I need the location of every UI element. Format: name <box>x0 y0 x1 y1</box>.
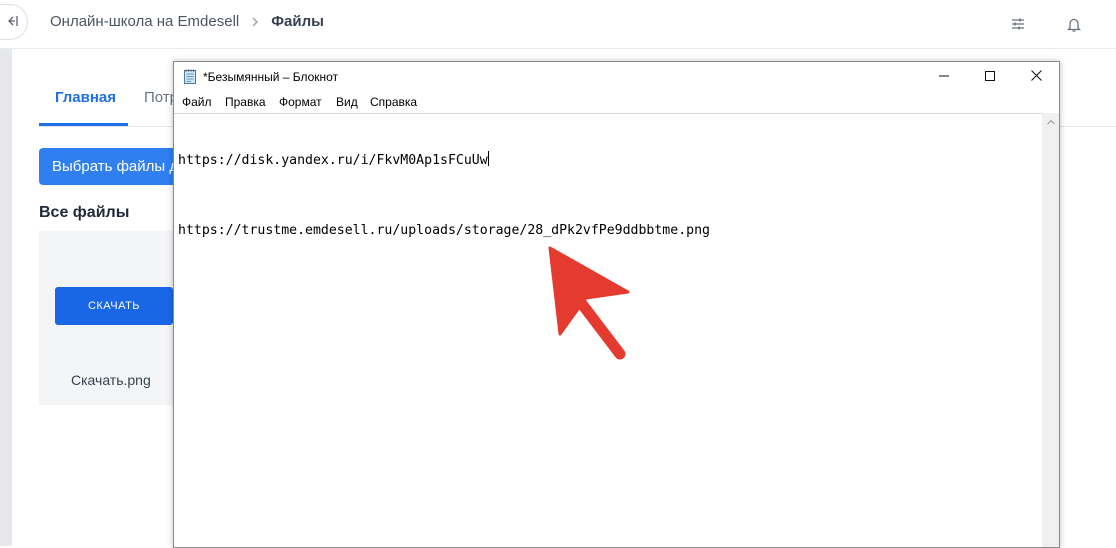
scroll-up-arrow-icon[interactable] <box>1042 113 1059 130</box>
download-button[interactable]: СКАЧАТЬ <box>55 287 173 325</box>
collapse-sidebar-icon <box>7 15 19 30</box>
menu-help[interactable]: Справка <box>370 95 417 109</box>
menu-edit[interactable]: Правка <box>225 95 266 109</box>
close-button[interactable] <box>1013 62 1059 92</box>
text-line: https://disk.yandex.ru/i/FkvM0Ap1sFCuUw <box>178 151 489 168</box>
vertical-scrollbar[interactable] <box>1042 113 1059 547</box>
text-line-content: https://disk.yandex.ru/i/FkvM0Ap1sFCuUw <box>178 153 488 168</box>
menu-view[interactable]: Вид <box>336 95 358 109</box>
file-card: СКАЧАТЬ Скачать.png <box>39 231 179 405</box>
breadcrumb-current: Файлы <box>271 13 324 30</box>
all-files-heading: Все файлы <box>39 204 130 221</box>
collapse-sidebar-button[interactable] <box>0 4 28 40</box>
breadcrumb-school-link[interactable]: Онлайн-школа на Emdesell <box>50 13 239 30</box>
top-bar: Онлайн-школа на Emdesell Файлы <box>0 0 1116 49</box>
notepad-icon <box>183 69 197 84</box>
breadcrumb: Онлайн-школа на Emdesell Файлы <box>50 13 324 30</box>
minimize-icon <box>939 68 949 86</box>
notepad-menubar: Файл Правка Формат Вид Справка <box>174 92 1059 112</box>
notepad-title: *Безымянный – Блокнот <box>203 70 339 84</box>
minimize-button[interactable] <box>921 62 967 92</box>
menu-format[interactable]: Формат <box>279 95 322 109</box>
sliders-icon[interactable] <box>1006 12 1030 36</box>
file-name: Скачать.png <box>71 372 151 388</box>
bell-icon[interactable] <box>1062 12 1086 36</box>
maximize-icon <box>985 68 995 86</box>
close-icon <box>1030 68 1042 86</box>
red-arrow-annotation <box>548 246 630 360</box>
notepad-titlebar[interactable]: *Безымянный – Блокнот <box>174 62 1059 92</box>
chevron-right-icon <box>251 14 259 30</box>
menu-file[interactable]: Файл <box>182 95 212 109</box>
text-caret <box>487 151 489 166</box>
maximize-button[interactable] <box>967 62 1013 92</box>
tab-main[interactable]: Главная <box>55 89 116 106</box>
left-rail <box>0 49 12 546</box>
